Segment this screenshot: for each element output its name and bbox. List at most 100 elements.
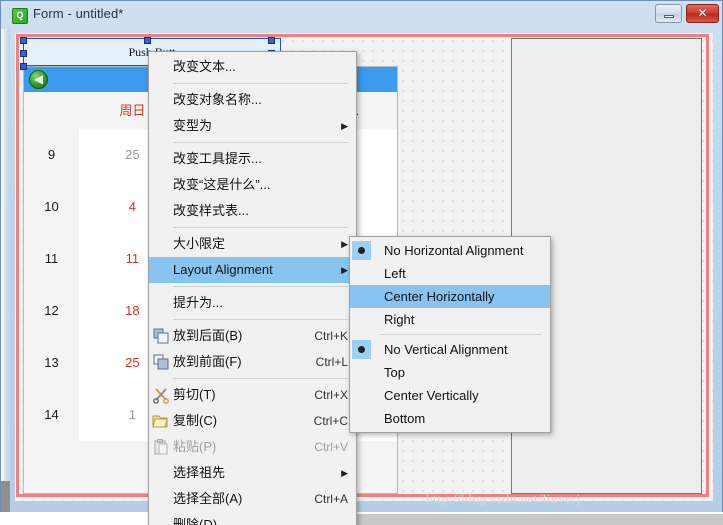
context-menu-item[interactable]: 删除(D) (149, 512, 356, 525)
context-menu-item-label: 改变工具提示... (173, 151, 262, 166)
context-menu-item[interactable]: 改变样式表... (149, 198, 356, 224)
selection-handle-top-center[interactable] (144, 37, 151, 44)
selection-handle-top-left[interactable] (20, 37, 27, 44)
alignment-menu-item[interactable]: Bottom (350, 407, 550, 430)
alignment-menu-item[interactable]: No Horizontal Alignment (350, 239, 550, 262)
window-controls: ✕ (655, 4, 719, 23)
context-menu-item[interactable]: 剪切(T) Ctrl+X (149, 382, 356, 408)
alignment-menu-item[interactable]: Top (350, 361, 550, 384)
context-menu-item[interactable]: 复制(C) Ctrl+C (149, 408, 356, 434)
context-menu-item-shortcut: Ctrl+V (314, 440, 348, 454)
context-menu-item[interactable]: 改变对象名称... (149, 87, 356, 113)
watermark-text: http://blog.csdn.net/liuverj (426, 491, 581, 506)
menu-separator (173, 142, 348, 143)
context-menu-item-label: 改变样式表... (173, 203, 249, 218)
layout-alignment-submenu[interactable]: No Horizontal Alignment Left Center Horizo… (349, 236, 551, 433)
radio-selected-icon (352, 340, 371, 359)
context-menu-item[interactable]: 选择全部(A) Ctrl+A (149, 486, 356, 512)
context-menu-item-label: 删除(D) (173, 517, 218, 525)
context-menu-item[interactable]: Layout Alignment ▶ (149, 257, 356, 283)
radio-dot (358, 346, 365, 353)
alignment-menu-item[interactable]: Right (350, 308, 550, 331)
close-button[interactable]: ✕ (686, 4, 719, 23)
context-menu-item-shortcut: Ctrl+L (315, 355, 348, 369)
menu-separator (173, 227, 348, 228)
context-menu[interactable]: 改变文本... 改变对象名称... 变型为 ▶ 改变工具提示... 改变“这是什么”...… (148, 51, 357, 525)
menu-separator (173, 319, 348, 320)
calendar-week-number: 12 (24, 285, 79, 337)
alignment-menu-item-label: No Vertical Alignment (384, 342, 508, 357)
chevron-right-icon: ▶ (341, 265, 348, 275)
context-menu-item-label: 粘贴(P) (173, 439, 217, 454)
left-gutter-shadow (1, 481, 10, 513)
context-menu-item-label: 放到后面(B) (173, 328, 243, 343)
selection-handle-middle-left[interactable] (20, 50, 27, 57)
context-menu-item-shortcut: Ctrl+X (314, 388, 348, 402)
alignment-menu-item-label: Right (384, 312, 415, 327)
context-menu-item-label: 改变文本... (173, 59, 236, 74)
context-menu-item-label: 复制(C) (173, 413, 218, 428)
alignment-menu-item-label: Center Vertically (384, 388, 479, 403)
context-menu-item[interactable]: 改变“这是什么”... (149, 172, 356, 198)
send-to-back-icon (152, 327, 170, 345)
context-menu-item[interactable]: 改变工具提示... (149, 146, 356, 172)
alignment-menu-item-label: Bottom (384, 411, 426, 426)
paste-clipboard-icon (152, 438, 170, 456)
context-menu-item[interactable]: 变型为 ▶ (149, 113, 356, 139)
back-arrow-icon[interactable]: ◀ (29, 70, 48, 89)
title-bar: Q Form - untitled* ✕ (1, 1, 723, 29)
context-menu-item-label: 改变“这是什么”... (173, 177, 271, 192)
alignment-menu-item[interactable]: Center Vertically (350, 384, 550, 407)
context-menu-item-label: 放到前面(F) (173, 354, 242, 369)
alignment-menu-item-label: Left (384, 266, 406, 281)
qt-designer-form-icon: Q (12, 8, 28, 24)
calendar-week-number: 10 (24, 181, 79, 233)
bring-to-front-icon (152, 353, 170, 371)
context-menu-item-label: 变型为 (173, 118, 213, 133)
menu-separator (173, 286, 348, 287)
radio-dot (358, 247, 365, 254)
copy-folder-icon (152, 412, 170, 430)
context-menu-item-label: 提升为... (173, 295, 223, 310)
calendar-week-number: 13 (24, 337, 79, 389)
minimize-button[interactable] (655, 4, 682, 23)
window-title: Form - untitled* (33, 6, 124, 21)
menu-separator (380, 334, 542, 335)
chevron-right-icon: ▶ (341, 468, 348, 478)
alignment-menu-item-label: Center Horizontally (384, 289, 495, 304)
context-menu-item[interactable]: 改变文本... (149, 54, 356, 80)
context-menu-item-label: 大小限定 (173, 236, 226, 251)
context-menu-item-shortcut: Ctrl+A (314, 492, 348, 506)
calendar-week-number: 9 (24, 129, 79, 181)
alignment-menu-item[interactable]: No Vertical Alignment (350, 338, 550, 361)
context-menu-item-label: 改变对象名称... (173, 92, 262, 107)
calendar-week-number: 11 (24, 233, 79, 285)
alignment-menu-item[interactable]: Left (350, 262, 550, 285)
context-menu-item-shortcut: Ctrl+C (313, 414, 348, 428)
alignment-menu-item-label: Top (384, 365, 405, 380)
context-menu-item: 粘贴(P) Ctrl+V (149, 434, 356, 460)
form-window: Q Form - untitled* ✕ Push Butt 三月 ◀ 周日 (0, 0, 723, 525)
alignment-menu-item[interactable]: Center Horizontally (350, 285, 550, 308)
context-menu-item[interactable]: 大小限定 ▶ (149, 231, 356, 257)
alignment-menu-item-label: No Horizontal Alignment (384, 243, 524, 258)
context-menu-item-shortcut: Ctrl+K (314, 329, 348, 343)
selection-handle-bottom-left[interactable] (20, 63, 27, 70)
context-menu-item[interactable]: 选择祖先 ▶ (149, 460, 356, 486)
context-menu-item[interactable]: 放到后面(B) Ctrl+K (149, 323, 356, 349)
context-menu-item-label: 剪切(T) (173, 387, 216, 402)
selection-handle-top-right[interactable] (268, 37, 275, 44)
context-menu-item-label: 选择全部(A) (173, 491, 243, 506)
context-menu-item-label: 选择祖先 (173, 465, 226, 480)
scissors-icon (152, 386, 170, 404)
radio-selected-icon (352, 241, 371, 260)
chevron-right-icon: ▶ (341, 239, 348, 249)
screenshot-root: Q Form - untitled* ✕ Push Butt 三月 ◀ 周日 (0, 0, 723, 525)
context-menu-item[interactable]: 放到前面(F) Ctrl+L (149, 349, 356, 375)
context-menu-item-label: Layout Alignment (173, 262, 273, 277)
calendar-weeknum-corner (24, 98, 79, 124)
menu-separator (173, 378, 348, 379)
menu-separator (173, 83, 348, 84)
context-menu-item[interactable]: 提升为... (149, 290, 356, 316)
calendar-week-number: 14 (24, 389, 79, 441)
